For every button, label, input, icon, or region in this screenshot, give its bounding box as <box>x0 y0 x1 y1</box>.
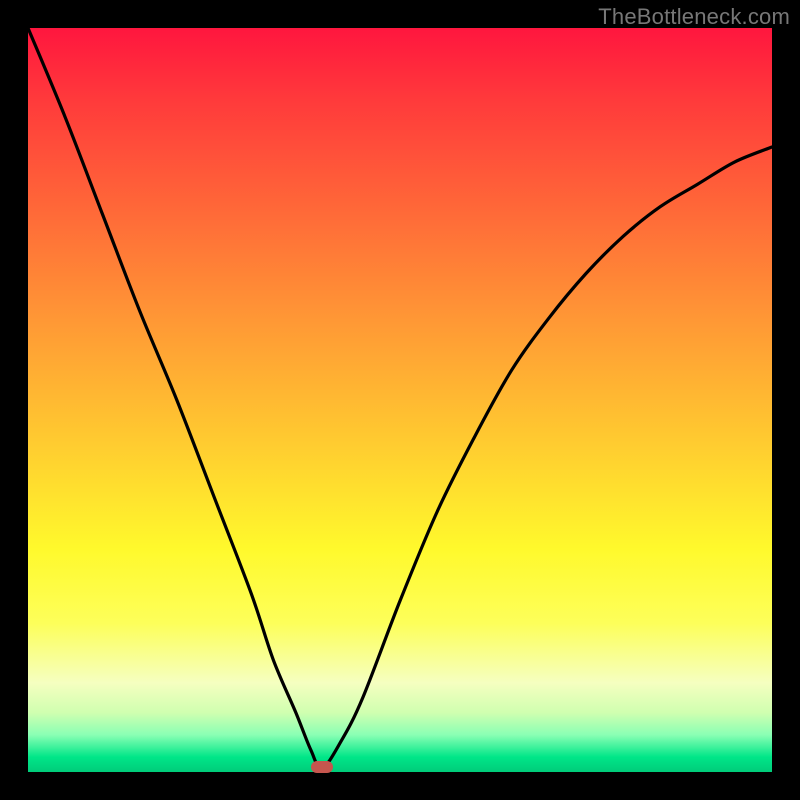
optimal-marker <box>311 761 333 773</box>
bottleneck-curve <box>28 28 772 768</box>
watermark-text: TheBottleneck.com <box>598 4 790 30</box>
chart-container: TheBottleneck.com <box>0 0 800 800</box>
curve-layer <box>28 28 772 772</box>
